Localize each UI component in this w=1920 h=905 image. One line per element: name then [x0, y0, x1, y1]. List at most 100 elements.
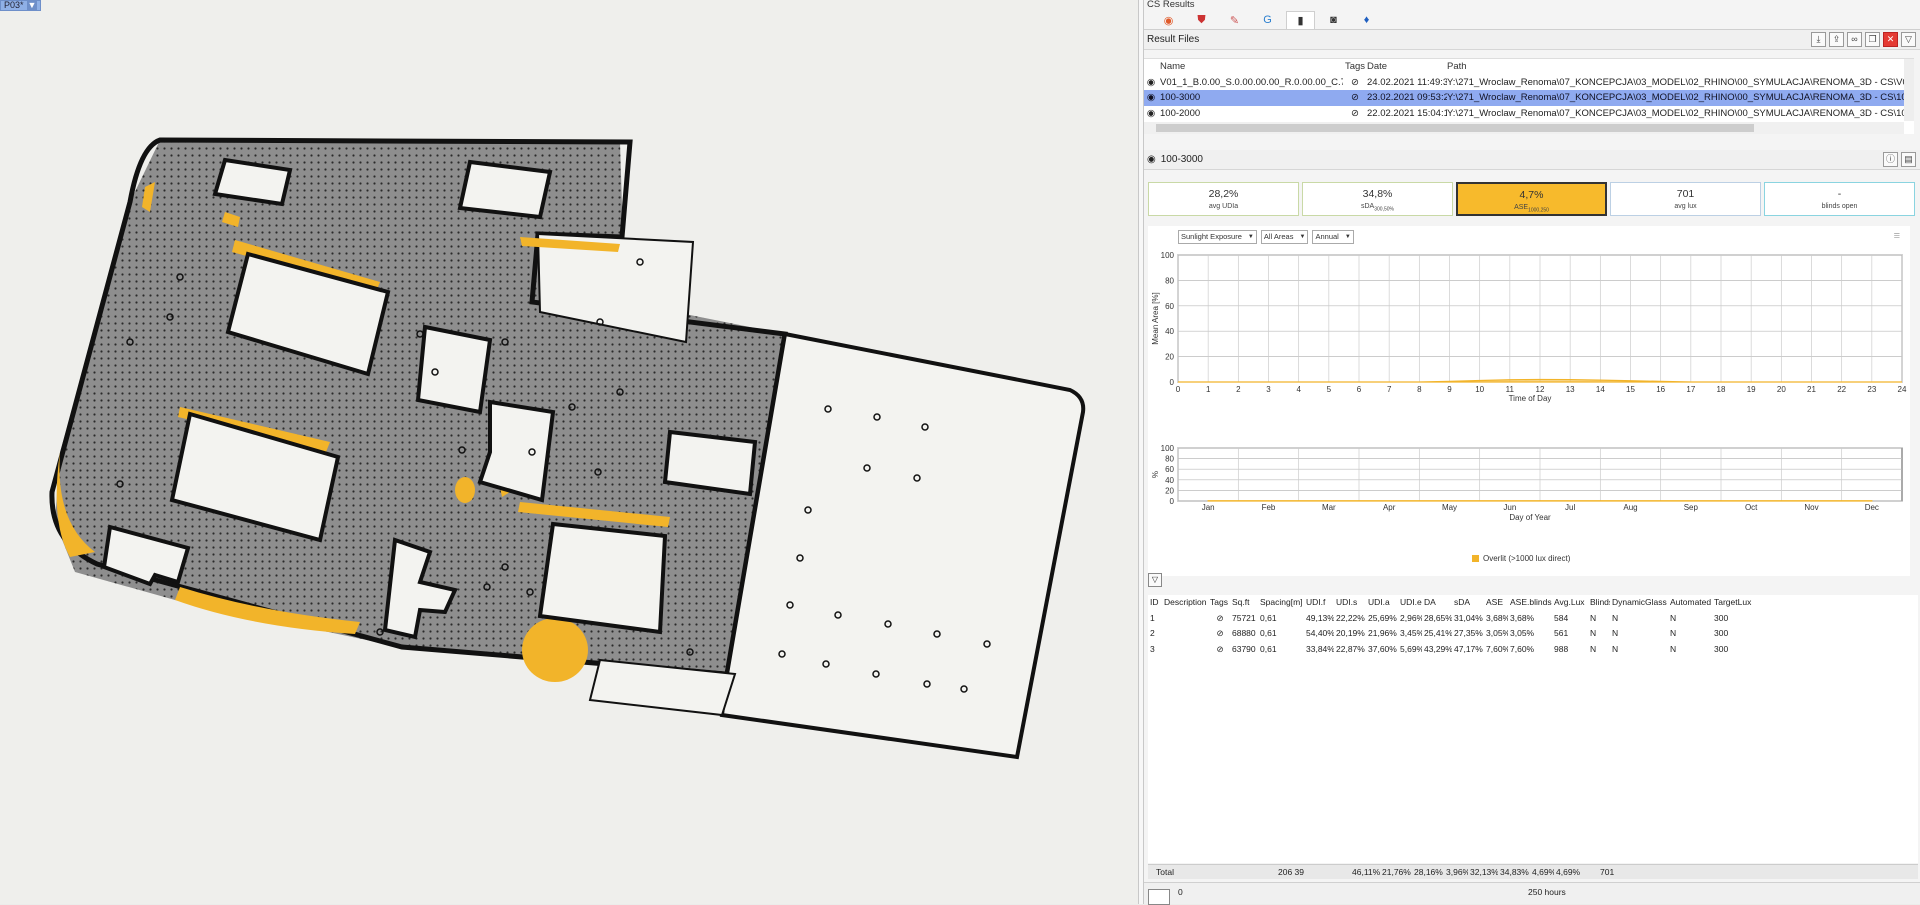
info-icon[interactable]: ⓘ — [1883, 152, 1898, 167]
total-cell — [1656, 865, 1714, 881]
grid-col-header[interactable]: DynamicGlass — [1610, 595, 1668, 611]
grid-col-header[interactable]: Sq.ft — [1230, 595, 1258, 611]
grid-cell: 2 — [1148, 626, 1162, 642]
x-tick-label: Nov — [1804, 503, 1818, 512]
file-path: Y:\271_Wroclaw_Renoma\07_KONCEPCJA\03_MO… — [1447, 75, 1914, 91]
total-cell: 3,96% — [1444, 865, 1468, 881]
chart-legend: Overlit (>1000 lux direct) — [1472, 554, 1570, 563]
grid-col-header[interactable]: Avg.Lux — [1552, 595, 1588, 611]
metric-label: sDA — [1361, 203, 1374, 210]
grid-col-header[interactable]: Blinds — [1588, 595, 1610, 611]
x-tick-label: 1 — [1206, 385, 1211, 394]
grid-cell: N — [1588, 642, 1610, 658]
tag-icon[interactable]: ⊘ — [1343, 90, 1367, 106]
tab-pencil[interactable]: ✎ — [1220, 11, 1249, 29]
selected-result-header: ◉ 100-3000 ⓘ ▤ — [1144, 150, 1920, 170]
total-cell — [1304, 865, 1350, 881]
grid-col-header[interactable]: sDA — [1452, 595, 1484, 611]
result-file-row[interactable]: ◉V01_1_B.0.00_S.0.00.00.00_R.0.00.00_C.7… — [1144, 75, 1914, 91]
grid-cell: N — [1668, 642, 1712, 658]
grid-row[interactable]: 3⊘637900,6133,84%22,87%37,60%5,69%43,29%… — [1148, 642, 1918, 658]
tag-icon[interactable]: ⊘ — [1208, 626, 1230, 642]
grid-cell: N — [1668, 611, 1712, 627]
tab-bell[interactable]: ♦ — [1352, 11, 1381, 29]
tag-icon[interactable]: ⊘ — [1208, 611, 1230, 627]
link-icon[interactable]: ∞ — [1847, 32, 1862, 47]
x-tick-label: 12 — [1536, 385, 1545, 394]
grid-col-header[interactable]: DA — [1422, 595, 1452, 611]
metric-card[interactable]: 34,8%sDA300,50% — [1302, 182, 1453, 216]
grid-cell: 21,96% — [1366, 626, 1398, 642]
tag-icon[interactable]: ⊘ — [1343, 75, 1367, 91]
download-icon[interactable]: ⤓ — [1811, 32, 1826, 47]
x-tick-label: Aug — [1623, 503, 1637, 512]
grid-col-header[interactable]: UDI.a — [1366, 595, 1398, 611]
metric-card[interactable]: 28,2%avg UDIa — [1148, 182, 1299, 216]
y-tick-label: 60 — [1165, 302, 1174, 311]
col-tags[interactable]: Tags — [1343, 59, 1367, 75]
color-wheel-icon: ◉ — [1164, 14, 1174, 27]
x-tick-label: 11 — [1506, 385, 1515, 394]
delete-icon[interactable]: ✕ — [1883, 32, 1898, 47]
copy-icon[interactable]: ❐ — [1865, 32, 1880, 47]
grid-row[interactable]: 1⊘757210,6149,13%22,22%25,69%2,96%28,65%… — [1148, 611, 1918, 627]
metric-card[interactable]: 4,7%ASE1000,250 — [1456, 182, 1607, 216]
tab-camera[interactable]: ◙ — [1319, 11, 1348, 29]
tab-bar-chart[interactable]: ▮ — [1286, 11, 1315, 29]
table-filter-icon[interactable]: ▽ — [1148, 573, 1162, 587]
tag-icon[interactable]: ⊘ — [1343, 106, 1367, 122]
grid-col-header[interactable]: Description — [1162, 595, 1208, 611]
result-file-row[interactable]: ◉100-2000⊘22.02.2021 15:04:11Y:\271_Wroc… — [1144, 106, 1914, 122]
col-date[interactable]: Date — [1367, 59, 1447, 75]
grid-cell: 27,35% — [1452, 626, 1484, 642]
play-button[interactable] — [1148, 889, 1170, 905]
tag-icon[interactable]: ⊘ — [1208, 642, 1230, 658]
filter-icon[interactable]: ▽ — [1901, 32, 1916, 47]
x-tick-label: 18 — [1717, 385, 1726, 394]
timeline-start: 0 — [1178, 887, 1183, 897]
x-tick-label: 16 — [1656, 385, 1665, 394]
metric-label: blinds open — [1822, 203, 1858, 210]
export-icon[interactable]: ⇪ — [1829, 32, 1844, 47]
grid-col-header[interactable]: UDI.e — [1398, 595, 1422, 611]
grid-col-header[interactable]: Spacing[m] — [1258, 595, 1304, 611]
col-name[interactable]: Name — [1158, 59, 1343, 75]
grid-col-header[interactable]: ID — [1148, 595, 1162, 611]
vertical-scrollbar[interactable] — [1904, 59, 1914, 121]
panel-tab-bar: ◉ ⛊✎G▮◙♦ — [1144, 10, 1920, 30]
grid-row[interactable]: 2⊘688800,6154,40%20,19%21,96%3,45%25,41%… — [1148, 626, 1918, 642]
grid-cell: 7,60% — [1484, 642, 1508, 658]
metric-card[interactable]: 701avg lux — [1610, 182, 1761, 216]
tab-globe[interactable]: G — [1253, 11, 1282, 29]
scrollbar-thumb[interactable] — [1156, 124, 1754, 132]
horizontal-scrollbar[interactable] — [1144, 122, 1904, 134]
report-icon[interactable]: ▤ — [1901, 152, 1916, 167]
x-tick-label: 13 — [1566, 385, 1575, 394]
metric-card[interactable]: -blinds open — [1764, 182, 1915, 216]
y-tick-label: 60 — [1165, 465, 1174, 474]
grid-cell: 33,84% — [1304, 642, 1334, 658]
y-tick-label: 100 — [1161, 251, 1175, 260]
grid-col-header[interactable]: ASE — [1484, 595, 1508, 611]
grid-cell — [1162, 626, 1208, 642]
col-path[interactable]: Path — [1447, 59, 1914, 75]
y-tick-label: 80 — [1165, 276, 1174, 285]
tab-color-wheel[interactable]: ◉ — [1154, 11, 1183, 29]
grid-col-header[interactable]: TargetLux — [1712, 595, 1752, 611]
metric-label: avg lux — [1674, 203, 1696, 210]
y-axis-label: Mean Area [%] — [1151, 292, 1160, 344]
grid-col-header[interactable]: Automated — [1668, 595, 1712, 611]
viewport-menu-arrow[interactable]: ▼ — [27, 1, 38, 10]
grid-cell: 75721 — [1230, 611, 1258, 627]
x-tick-label: Mar — [1322, 503, 1336, 512]
tab-shield[interactable]: ⛊ — [1187, 11, 1216, 29]
viewport-label-tab[interactable]: P03* ▼ — [0, 0, 41, 11]
x-tick-label: 3 — [1266, 385, 1271, 394]
rhino-viewport[interactable]: P03* ▼ — [0, 0, 1138, 904]
metric-label-wrap: avg lux — [1611, 203, 1760, 210]
grid-col-header[interactable]: ASE.blinds — [1508, 595, 1552, 611]
grid-col-header[interactable]: UDI.s — [1334, 595, 1366, 611]
grid-col-header[interactable]: UDI.f — [1304, 595, 1334, 611]
grid-col-header[interactable]: Tags — [1208, 595, 1230, 611]
result-file-row[interactable]: ◉100-3000⊘23.02.2021 09:53:28Y:\271_Wroc… — [1144, 90, 1914, 106]
